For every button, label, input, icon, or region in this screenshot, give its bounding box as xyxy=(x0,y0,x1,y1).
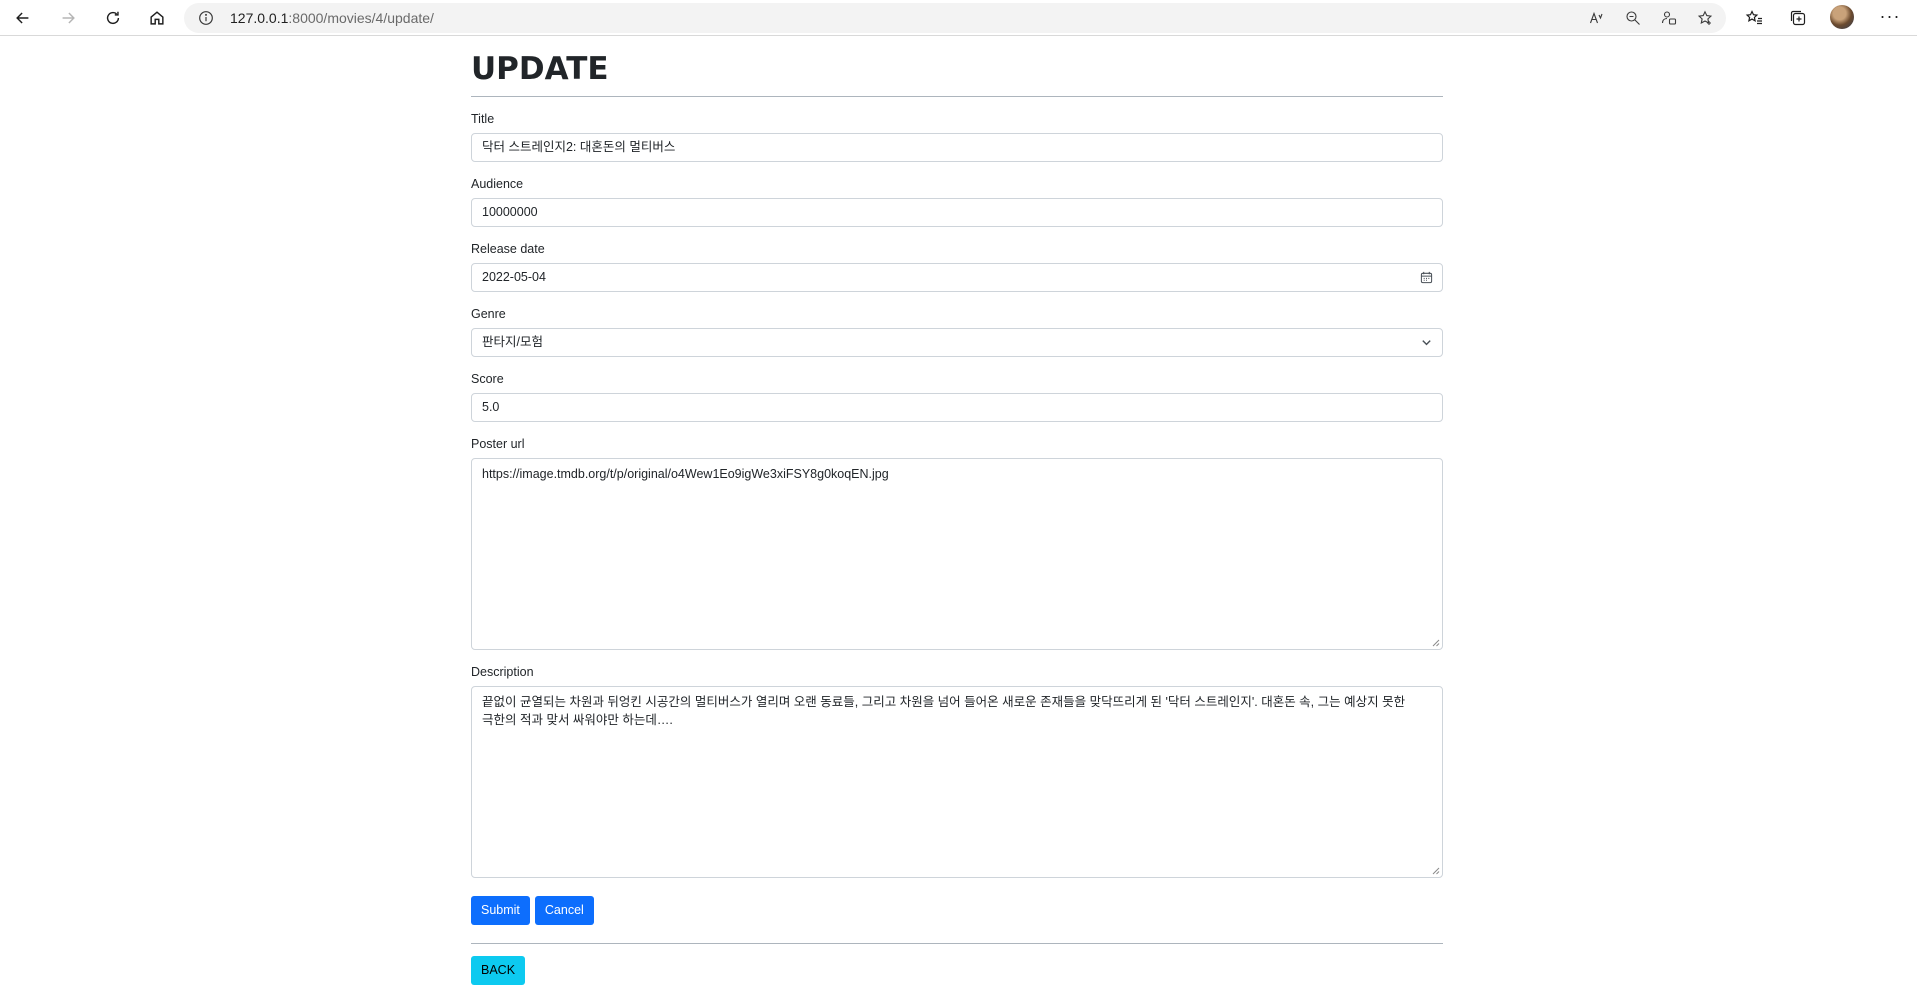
score-input[interactable]: 5.0 xyxy=(471,393,1443,422)
release-date-input[interactable]: 2022-05-04 xyxy=(471,263,1443,292)
home-icon[interactable] xyxy=(142,3,172,33)
address-bar[interactable]: 127.0.0.1:8000/movies/4/update/ xyxy=(184,3,1726,33)
page-title: UPDATE xyxy=(471,51,609,87)
resize-grip-icon[interactable] xyxy=(1431,638,1440,647)
url-text[interactable]: 127.0.0.1:8000/movies/4/update/ xyxy=(230,3,434,33)
collections-icon[interactable] xyxy=(1786,6,1810,30)
page-container: UPDATE Title 닥터 스트레인지2: 대혼돈의 멀티버스 Audien… xyxy=(471,36,1443,985)
poster-url-textarea[interactable]: https://image.tmdb.org/t/p/original/o4We… xyxy=(471,458,1443,650)
description-value: 끝없이 균열되는 차원과 뒤엉킨 시공간의 멀티버스가 열리며 오랜 동료들, … xyxy=(482,695,1406,727)
forward-arrow-icon[interactable] xyxy=(53,3,83,33)
poster-url-label: Poster url xyxy=(471,437,525,451)
poster-url-value: https://image.tmdb.org/t/p/original/o4We… xyxy=(482,467,889,481)
title-divider xyxy=(471,96,1443,97)
genre-field: Genre 판타지/모험 xyxy=(471,306,1443,357)
release-date-field: Release date 2022-05-04 xyxy=(471,241,1443,292)
description-textarea[interactable]: 끝없이 균열되는 차원과 뒤엉킨 시공간의 멀티버스가 열리며 오랜 동료들, … xyxy=(471,686,1443,878)
info-icon[interactable] xyxy=(198,10,214,26)
score-label: Score xyxy=(471,372,504,386)
audience-input[interactable]: 10000000 xyxy=(471,198,1443,227)
release-date-label: Release date xyxy=(471,242,545,256)
refresh-icon[interactable] xyxy=(98,3,128,33)
profile-avatar[interactable] xyxy=(1830,5,1854,29)
cancel-button[interactable]: Cancel xyxy=(534,896,594,925)
release-date-value: 2022-05-04 xyxy=(482,270,546,284)
audience-field: Audience 10000000 xyxy=(471,176,1443,227)
sync-people-icon[interactable] xyxy=(1660,9,1678,27)
read-aloud-icon[interactable] xyxy=(1588,9,1606,27)
more-options-icon[interactable]: ··· xyxy=(1875,3,1905,33)
add-favorite-star-icon[interactable] xyxy=(1696,9,1714,27)
chevron-down-icon[interactable] xyxy=(1419,335,1433,349)
url-path: :8000/movies/4/update/ xyxy=(288,10,434,26)
score-field: Score 5.0 xyxy=(471,371,1443,422)
form-actions: Submit Cancel xyxy=(471,896,1443,925)
title-field: Title 닥터 스트레인지2: 대혼돈의 멀티버스 xyxy=(471,111,1443,162)
audience-label: Audience xyxy=(471,177,524,191)
footer-divider xyxy=(471,943,1443,944)
genre-select[interactable]: 판타지/모험 xyxy=(471,328,1443,357)
url-host: 127.0.0.1 xyxy=(230,10,289,26)
genre-label: Genre xyxy=(471,307,506,321)
back-button[interactable]: BACK xyxy=(471,956,526,985)
zoom-out-icon[interactable] xyxy=(1624,9,1642,27)
calendar-icon[interactable] xyxy=(1419,270,1433,284)
description-label: Description xyxy=(471,665,534,679)
title-input[interactable]: 닥터 스트레인지2: 대혼돈의 멀티버스 xyxy=(471,133,1443,162)
favorites-list-icon[interactable] xyxy=(1742,6,1766,30)
poster-url-field: Poster url https://image.tmdb.org/t/p/or… xyxy=(471,436,1443,650)
title-label: Title xyxy=(471,112,495,126)
browser-toolbar: 127.0.0.1:8000/movies/4/update/ ··· xyxy=(0,0,1917,36)
description-field: Description 끝없이 균열되는 차원과 뒤엉킨 시공간의 멀티버스가 … xyxy=(471,664,1443,878)
resize-grip-icon[interactable] xyxy=(1431,866,1440,875)
back-arrow-icon[interactable] xyxy=(8,3,38,33)
submit-button[interactable]: Submit xyxy=(471,896,530,925)
genre-selected-value: 판타지/모험 xyxy=(482,335,543,349)
